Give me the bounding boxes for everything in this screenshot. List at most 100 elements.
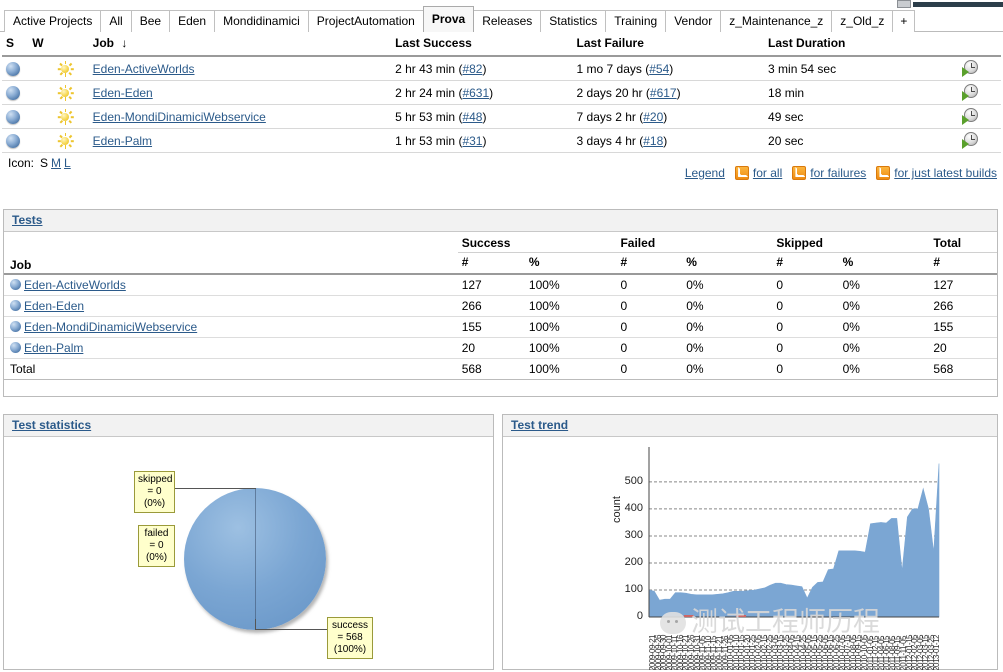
project-weather-cell	[28, 80, 89, 105]
rss-icon[interactable]	[734, 166, 749, 180]
legend-link[interactable]: Legend	[685, 166, 725, 180]
project-weather-cell	[28, 128, 89, 153]
blue-ball-icon	[10, 300, 21, 311]
tab-eden[interactable]: Eden	[169, 10, 216, 32]
last-failure-cell-build-link[interactable]: #54	[649, 62, 669, 76]
tests-table-body: Eden-ActiveWorlds 127 100% 0 0% 0 0% 127 Eden-Ed…	[4, 274, 997, 380]
last-success-cell-text: 5 hr 53 min	[395, 109, 456, 124]
tab-projectautomation[interactable]: ProjectAutomation	[307, 10, 424, 32]
column-header-last-success[interactable]: Last Success	[391, 33, 573, 57]
icon-size-option-s: S	[40, 156, 49, 170]
column-header-job[interactable]: Job ↓	[88, 33, 392, 57]
test-trend-title[interactable]: Test trend	[511, 418, 568, 432]
column-header-last-failure[interactable]: Last Failure	[572, 33, 765, 57]
test-job-link[interactable]: Eden-MondiDinamiciWebservice	[24, 320, 197, 334]
last-success-cell-build-link[interactable]: #631	[462, 86, 489, 100]
test-job-link[interactable]: Eden-ActiveWorlds	[24, 278, 126, 292]
project-link[interactable]: Eden-Palm	[93, 134, 152, 148]
project-link[interactable]: Eden-ActiveWorlds	[93, 62, 195, 76]
feed-link[interactable]: for failures	[810, 166, 866, 180]
icon-size-option-l[interactable]: L	[64, 156, 71, 170]
tab-active-projects[interactable]: Active Projects	[4, 10, 102, 32]
test-total-count: 155	[929, 316, 997, 338]
project-name-cell: Eden-MondiDinamiciWebservice	[88, 104, 392, 129]
column-header-weather[interactable]: W	[28, 33, 89, 57]
build-now-cell[interactable]	[940, 104, 1001, 129]
project-status-cell[interactable]	[2, 104, 29, 129]
last-failure-cell-text: 1 mo 7 days	[576, 61, 642, 76]
test-job-link[interactable]: Eden-Palm	[24, 341, 83, 355]
tab-mondidinamici[interactable]: Mondidinamici	[214, 10, 309, 32]
test-statistics-title[interactable]: Test statistics	[12, 418, 91, 432]
feed-link[interactable]: for just latest builds	[894, 166, 997, 180]
project-weather-cell	[28, 56, 89, 81]
build-now-cell[interactable]	[940, 128, 1001, 153]
last-failure-cell-build-link[interactable]: #617	[650, 86, 677, 100]
test-total-count: 20	[929, 337, 997, 359]
last-failure-cell-text: 3 days 4 hr	[576, 133, 636, 148]
pie-callout-success-percent: (100%)	[333, 644, 367, 655]
tests-panel-title[interactable]: Tests	[12, 213, 42, 227]
tab-z-old-z[interactable]: z_Old_z	[831, 10, 894, 32]
tab-all[interactable]: All	[100, 10, 132, 32]
sunny-icon	[57, 84, 73, 101]
tab-prova[interactable]: Prova	[422, 6, 475, 32]
trend-x-tick-label: 2013-01-12	[932, 635, 939, 670]
project-link[interactable]: Eden-Eden	[93, 86, 153, 100]
schedule-build-icon[interactable]	[962, 60, 979, 77]
test-statistics-panel: Test statistics skipped = 0 (0%) failed …	[3, 414, 494, 670]
build-now-cell[interactable]	[940, 80, 1001, 105]
sunny-icon	[57, 108, 73, 125]
column-header-status[interactable]: S	[2, 33, 29, 57]
project-status-cell[interactable]	[2, 80, 29, 105]
tab-z-maintenance-z[interactable]: z_Maintenance_z	[720, 10, 833, 32]
table-row: Eden-MondiDinamiciWebservice 155 100% 0 0% 0 0…	[4, 316, 997, 338]
icon-size-option-m[interactable]: M	[51, 156, 61, 170]
pie-callout-success: success = 568 (100%)	[327, 617, 373, 659]
tests-total-skipped-count: 0	[772, 358, 839, 380]
tab-[interactable]: +	[892, 10, 916, 32]
build-now-cell[interactable]	[940, 56, 1001, 81]
last-failure-cell-build-link[interactable]: #20	[643, 110, 663, 124]
rss-icon[interactable]	[792, 166, 807, 180]
last-success-cell-build-link[interactable]: #48	[462, 110, 482, 124]
feed-link[interactable]: for all	[753, 166, 782, 180]
last-success-cell-text: 1 hr 53 min	[395, 133, 456, 148]
project-link[interactable]: Eden-MondiDinamiciWebservice	[93, 110, 266, 124]
trend-x-tick-labels: 2009-09-21 2009-09-26 2009-09-30 2009-10-01…	[649, 619, 939, 670]
last-duration-cell: 3 min 54 sec	[764, 56, 941, 81]
tests-total-success-percent: 100%	[524, 358, 617, 380]
tab-vendor[interactable]: Vendor	[665, 10, 722, 32]
tab-bee[interactable]: Bee	[130, 10, 171, 32]
rss-feed-links: for all for failures for just latest build…	[734, 166, 997, 180]
last-success-cell-build-link[interactable]: #82	[462, 62, 482, 76]
column-header-last-duration[interactable]: Last Duration	[764, 33, 941, 57]
project-status-cell[interactable]	[2, 56, 29, 81]
test-success-percent: 100%	[524, 316, 617, 338]
table-row: Eden-Eden 266 100% 0 0% 0 0% 266	[4, 295, 997, 317]
rss-icon[interactable]	[876, 166, 891, 180]
last-success-cell: 1 hr 53 min (#31)	[391, 128, 573, 153]
tab-label: z_Maintenance_z	[729, 14, 824, 28]
tab-statistics[interactable]: Statistics	[540, 10, 607, 32]
project-name-cell: Eden-Palm	[88, 128, 392, 153]
schedule-build-icon[interactable]	[962, 108, 979, 125]
tab-releases[interactable]: Releases	[473, 10, 542, 32]
tests-column-header-skipped: Skipped	[772, 232, 930, 253]
pie-callout-failed-name: failed	[144, 528, 169, 539]
last-failure-cell-build-link[interactable]: #18	[643, 134, 663, 148]
feed-link-wrapper: for all	[734, 166, 782, 180]
pie-callout-success-value: = 568	[337, 632, 363, 643]
pie-slice-divider-top	[255, 488, 256, 559]
tab-training[interactable]: Training	[605, 10, 667, 32]
blue-ball-icon	[10, 279, 21, 290]
project-status-cell[interactable]	[2, 128, 29, 153]
test-skipped-percent: 0%	[838, 316, 930, 338]
schedule-build-icon[interactable]	[962, 84, 979, 101]
test-job-link[interactable]: Eden-Eden	[24, 299, 84, 313]
tests-column-header-total: Total	[929, 232, 997, 253]
pie-callout-failed-percent: (0%)	[145, 552, 168, 563]
last-success-cell-build-link[interactable]: #31	[462, 134, 482, 148]
column-header-job-label: Job	[92, 36, 115, 50]
schedule-build-icon[interactable]	[962, 132, 979, 149]
